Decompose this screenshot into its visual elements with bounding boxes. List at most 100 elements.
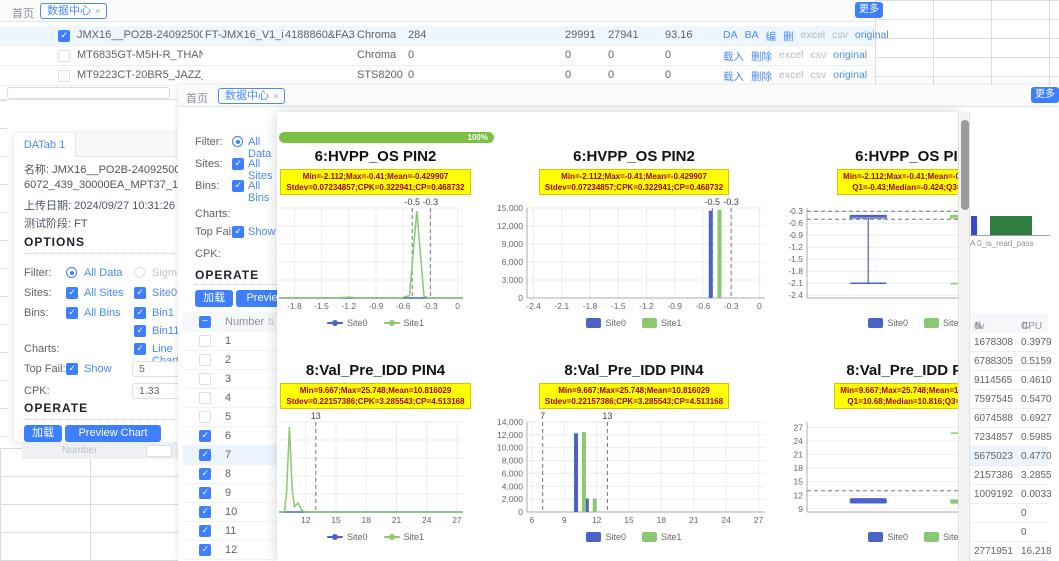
tab-data-center[interactable]: 数据中心× [40, 3, 107, 19]
stats-row[interactable]: 21573863.2855 [970, 466, 1048, 485]
action-link[interactable]: excel [779, 69, 804, 84]
checkbox-site0[interactable] [134, 287, 146, 299]
tab-data-center[interactable]: 数据中心× [218, 88, 285, 104]
preview-chart-button[interactable]: Preview Chart [65, 425, 161, 442]
number-row[interactable]: 5 [183, 408, 277, 427]
chart-cell[interactable]: 8:Val_Pre_IDD PIN4Min=9.667;Max=25.748;M… [278, 356, 473, 561]
row-checkbox[interactable] [199, 544, 211, 556]
number-row[interactable]: 1 [183, 332, 277, 351]
checkbox-bin11[interactable] [134, 325, 146, 337]
action-link[interactable]: 删除 [751, 49, 772, 64]
top-window-input[interactable] [7, 87, 170, 99]
checkbox-topfail-show[interactable] [66, 363, 78, 375]
row-checkbox[interactable] [58, 30, 70, 42]
row-checkbox[interactable] [199, 487, 211, 499]
table-row[interactable]: JMX16__PO2B-240925004_9098_FT_20...FT-JM… [0, 26, 875, 46]
more-button[interactable]: 更多 [855, 2, 883, 18]
legend-item[interactable]: Site1 [924, 318, 958, 328]
legend-item[interactable]: Site1 [642, 532, 682, 542]
row-checkbox[interactable] [199, 411, 211, 423]
stats-row[interactable]: 60745880.6927 [970, 409, 1048, 428]
legend-item[interactable]: Site0 [327, 318, 368, 328]
radio-all-data[interactable] [232, 136, 243, 147]
load-button[interactable]: 加载 [24, 425, 62, 442]
stats-row[interactable]: 10091920.0033 [970, 485, 1048, 504]
row-checkbox[interactable] [199, 354, 211, 366]
checkbox-all-sites[interactable] [232, 158, 244, 170]
action-link[interactable]: 载入 [723, 49, 744, 64]
checkbox-bin1[interactable] [134, 307, 146, 319]
row-checkbox[interactable] [58, 50, 70, 62]
stats-row[interactable]: 56750230.4770 [970, 447, 1048, 466]
row-checkbox[interactable] [199, 525, 211, 537]
stats-row[interactable]: 16783080.3979 [970, 333, 1048, 352]
stats-row[interactable]: 277195116.218 [970, 542, 1048, 561]
preview-chart-button[interactable]: Preview Chart [236, 290, 277, 307]
legend-item[interactable]: Site1 [642, 318, 682, 328]
legend-item[interactable]: Site0 [327, 532, 368, 542]
table-row[interactable]: MT6835GT-M5H-R_THANOS_B1+QMG1...Chroma00… [0, 46, 875, 66]
vertical-scrollbar[interactable] [958, 112, 970, 561]
close-icon[interactable]: × [95, 6, 100, 16]
row-checkbox[interactable] [199, 506, 211, 518]
checkbox-topfail-show[interactable] [232, 226, 244, 238]
legend-item[interactable]: Site0 [586, 532, 626, 542]
more-button[interactable]: 更多 [1031, 87, 1059, 103]
number-row[interactable]: 8 [183, 465, 277, 484]
stats-row[interactable]: 0 [970, 523, 1048, 542]
number-column-header[interactable]: Number ⇅ [225, 316, 275, 328]
action-link[interactable]: original [833, 49, 867, 64]
number-row[interactable]: 9 [183, 484, 277, 503]
row-checkbox[interactable] [199, 430, 211, 442]
number-row[interactable]: 11 [183, 522, 277, 541]
checkbox-all-bins[interactable] [66, 307, 78, 319]
chart-cell[interactable]: 6:HVPP_OS PIN2Min=-2.112;Max=-0.41;Mean=… [497, 142, 771, 348]
chart-cell[interactable]: 6:HVPP_OS PIN2Min=-2.112;Max=-0.41;Mean=… [777, 142, 958, 348]
checkbox-select-all[interactable] [199, 316, 211, 328]
number-row[interactable]: 6 [183, 427, 277, 446]
tab-home[interactable]: 首页 [186, 90, 208, 106]
number-row[interactable]: 4 [183, 389, 277, 408]
checkbox-line-chart[interactable] [134, 343, 146, 355]
row-checkbox[interactable] [199, 449, 211, 461]
stats-row[interactable]: 72348570.5985 [970, 428, 1048, 447]
checkbox-all-sites[interactable] [66, 287, 78, 299]
action-link[interactable]: excel [779, 49, 804, 64]
action-link[interactable]: csv [811, 69, 827, 84]
scrollbar-thumb[interactable] [961, 120, 969, 210]
table-row[interactable]: MT9223CT-20BR5_JAZZ_A1+JAZZ_PP_...STS820… [0, 66, 875, 86]
number-row[interactable]: 3 [183, 370, 277, 389]
checkbox-all-bins[interactable] [232, 180, 244, 192]
stats-row[interactable]: 91145650.4610 [970, 371, 1048, 390]
stats-row[interactable]: 75975450.5470 [970, 390, 1048, 409]
legend-item[interactable]: Site0 [868, 532, 908, 542]
chart-cell[interactable]: 8:Val_Pre_IDD PIN4Min=9.667;Max=25.748;M… [497, 356, 771, 561]
action-link[interactable]: 载入 [723, 69, 744, 84]
legend-item[interactable]: Site0 [868, 318, 908, 328]
number-row[interactable]: 2 [183, 351, 277, 370]
row-checkbox[interactable] [199, 373, 211, 385]
legend-item[interactable]: Site0 [586, 318, 626, 328]
number-row[interactable]: 10 [183, 503, 277, 522]
tab-datab1[interactable]: DATab 1 [14, 133, 76, 157]
tab-home[interactable]: 首页 [12, 5, 34, 21]
legend-item[interactable]: Site1 [384, 532, 425, 542]
legend-item[interactable]: Site1 [384, 318, 425, 328]
stats-row[interactable]: 67883050.5159 [970, 352, 1048, 371]
action-link[interactable]: 删除 [751, 69, 772, 84]
load-button[interactable]: 加载 [195, 290, 233, 307]
row-checkbox[interactable] [199, 468, 211, 480]
action-link[interactable]: csv [811, 49, 827, 64]
legend-item[interactable]: Site1 [924, 532, 958, 542]
radio-sigma[interactable] [134, 267, 145, 278]
row-checkbox[interactable] [199, 392, 211, 404]
chart-cell[interactable]: 6:HVPP_OS PIN2Min=-2.112;Max=-0.41;Mean=… [278, 142, 473, 348]
chart-cell[interactable]: 8:Val_Pre_IDD PIN4Min=9.667;Max=25.748;M… [777, 356, 958, 561]
number-row[interactable]: 7 [183, 446, 277, 465]
row-checkbox[interactable] [199, 335, 211, 347]
stats-row[interactable]: 0 [970, 504, 1048, 523]
number-row[interactable]: 12 [183, 541, 277, 560]
action-link[interactable]: original [833, 69, 867, 84]
close-icon[interactable]: × [273, 91, 278, 101]
row-checkbox[interactable] [58, 70, 70, 82]
